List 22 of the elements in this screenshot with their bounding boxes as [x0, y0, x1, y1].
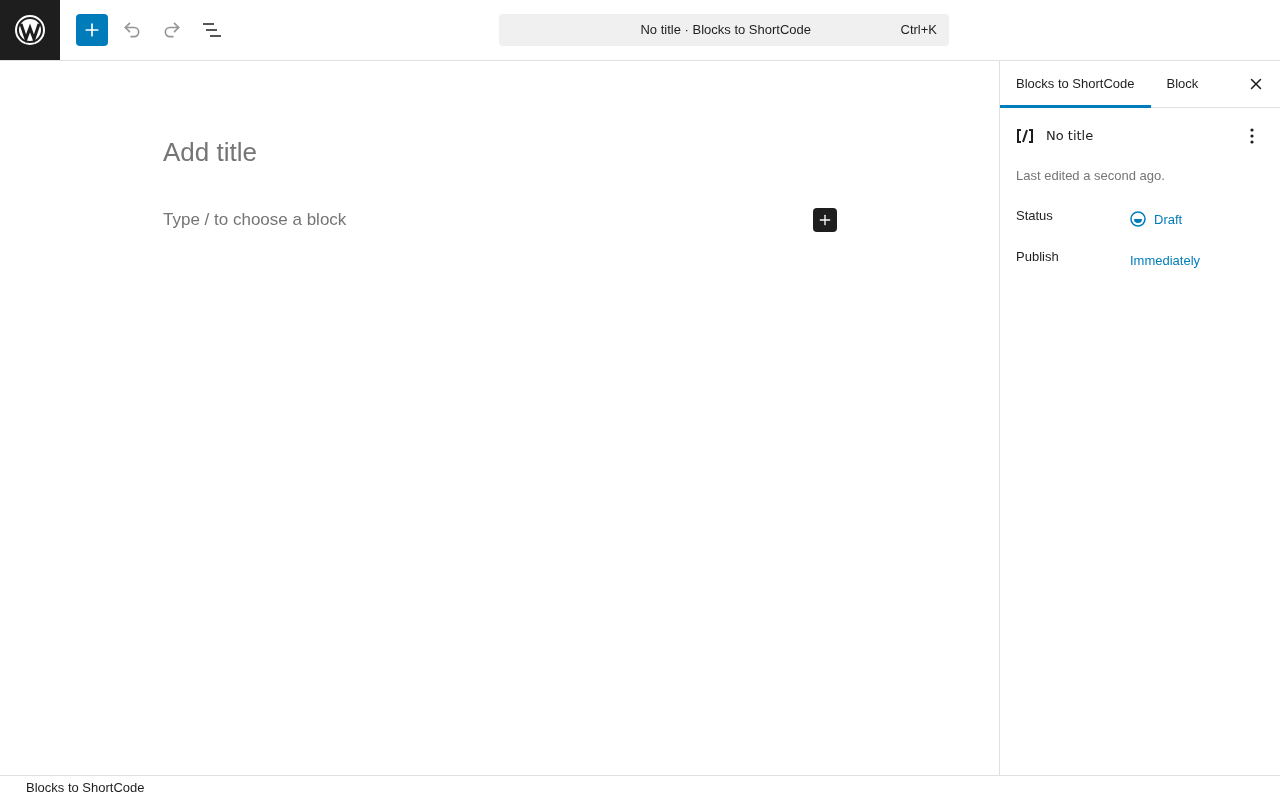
- publish-date-button[interactable]: Immediately: [1130, 243, 1201, 271]
- shortcode-icon: [1016, 128, 1034, 144]
- sidebar-tab[interactable]: Block: [1150, 60, 1215, 108]
- last-edited-text: Last edited a second ago.: [1016, 167, 1166, 185]
- list-view-icon: [202, 23, 222, 37]
- field-label: Publish: [1016, 248, 1060, 266]
- field-label: Status: [1016, 206, 1054, 225]
- status-button[interactable]: Draft: [1130, 201, 1183, 229]
- redo-icon: [162, 20, 182, 40]
- keyboard-shortcut: Ctrl+K: [900, 21, 937, 40]
- draft-status-icon: [1130, 211, 1146, 228]
- wordpress-logo-icon: [15, 15, 45, 45]
- add-block-button[interactable]: [813, 207, 837, 232]
- title-field[interactable]: Add title: [163, 133, 837, 169]
- site-logo-button[interactable]: [0, 0, 60, 60]
- block-placeholder[interactable]: Type / to choose a block: [163, 207, 347, 233]
- document-title: No title: [1046, 127, 1094, 146]
- more-vertical-icon: [1250, 128, 1254, 144]
- undo-icon: [122, 20, 142, 40]
- command-bar[interactable]: No title · Blocks to ShortCode Ctrl+K: [499, 14, 949, 46]
- sidebar-tab[interactable]: Blocks to ShortCode: [1000, 60, 1151, 108]
- breadcrumb-link[interactable]: Blocks to ShortCode: [26, 778, 145, 798]
